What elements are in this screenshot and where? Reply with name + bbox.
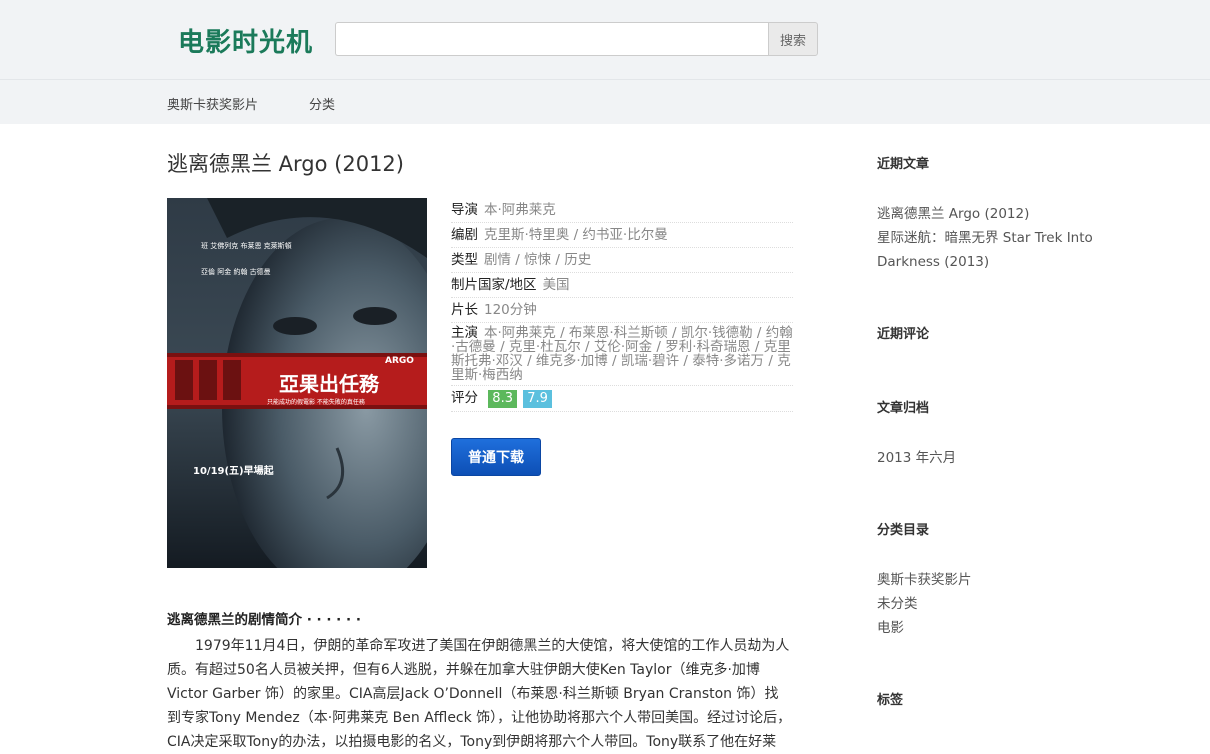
poster-tagline: 只能成功的假電影 不能失敗的真任務 — [267, 398, 365, 406]
poster-brand: ARGO — [385, 356, 414, 366]
search-button[interactable]: 搜索 — [768, 22, 818, 56]
writer-value: 克里斯·特里奥 / 约书亚·比尔曼 — [484, 227, 668, 243]
category-link[interactable]: 奥斯卡获奖影片 — [877, 568, 1117, 592]
info-row-director: 导演 本·阿弗莱克 — [451, 198, 793, 223]
rating-badge-2: 7.9 — [523, 390, 552, 408]
info-row-genre: 类型 剧情 / 惊悚 / 历史 — [451, 248, 793, 273]
poster-credits-2: 亞倫 阿金 約翰 古德曼 — [201, 267, 271, 276]
genre-value: 剧情 / 惊悚 / 历史 — [484, 252, 592, 268]
recent-post-link[interactable]: 逃离德黑兰 Argo (2012) — [877, 202, 1117, 226]
site-header: 电影时光机 搜索 — [0, 0, 1210, 80]
info-row-cast: 主演 本·阿弗莱克 / 布莱恩·科兰斯顿 / 凯尔·钱德勒 / 约翰·古德曼 / … — [451, 323, 793, 386]
poster-image: 班 艾佛列克 布莱恩 克萊斯頓 亞倫 阿金 約翰 古德曼 ARGO 亞果出任務 … — [167, 198, 427, 568]
synopsis-text: 1979年11月4日，伊朗的革命军攻进了美国在伊朗德黑兰的大使馆，将大使馆的工作… — [167, 638, 792, 750]
movie-card: 班 艾佛列克 布莱恩 克萊斯頓 亞倫 阿金 約翰 古德曼 ARGO 亞果出任務 … — [167, 198, 793, 570]
recent-post-link[interactable]: 星际迷航：暗黑无界 Star Trek Into Darkness (2013) — [877, 226, 1117, 274]
widget-title: 分类目录 — [877, 523, 930, 538]
category-link[interactable]: 电影 — [877, 616, 1117, 640]
info-row-rating: 评分 8.3 7.9 — [451, 386, 793, 412]
page-title: 逃离德黑兰 Argo (2012) — [167, 152, 404, 176]
widget-title: 文章归档 — [877, 401, 930, 416]
director-value: 本·阿弗莱克 — [484, 202, 556, 218]
widget-title: 近期评论 — [877, 327, 930, 342]
nav-item-oscar[interactable]: 奥斯卡获奖影片 — [167, 94, 258, 113]
poster-credits-1: 班 艾佛列克 布莱恩 克萊斯頓 — [201, 241, 292, 250]
widget-categories: 分类目录 奥斯卡获奖影片 未分类 电影 — [877, 519, 1117, 640]
poster-cn-title: 亞果出任務 — [279, 372, 380, 396]
country-value: 美国 — [542, 277, 570, 293]
info-row-country: 制片国家/地区 美国 — [451, 273, 793, 298]
movie-info: 导演 本·阿弗莱克 编剧 克里斯·特里奥 / 约书亚·比尔曼 类型 剧情 / 惊悚 /… — [451, 198, 793, 476]
widget-archives: 文章归档 2013 年六月 — [877, 397, 1117, 470]
runtime-value: 120分钟 — [484, 302, 537, 318]
movie-poster: 班 艾佛列克 布莱恩 克萊斯頓 亞倫 阿金 約翰 古德曼 ARGO 亞果出任務 … — [167, 198, 427, 568]
rating-badge-1: 8.3 — [488, 390, 517, 408]
search-input[interactable] — [335, 22, 769, 56]
info-row-runtime: 片长 120分钟 — [451, 298, 793, 323]
widget-title: 标签 — [877, 693, 904, 708]
cast-value: 本·阿弗莱克 / 布莱恩·科兰斯顿 / 凯尔·钱德勒 / 约翰·古德曼 / 克里… — [451, 325, 793, 383]
synopsis-title: 逃离德黑兰的剧情简介 · · · · · · — [167, 612, 361, 628]
widget-recent-comments: 近期评论 — [877, 323, 1117, 342]
synopsis: 逃离德黑兰的剧情简介 · · · · · · 1979年11月4日，伊朗的革命军… — [167, 608, 792, 754]
download-button[interactable]: 普通下载 — [451, 438, 541, 476]
widget-tags: 标签 — [877, 689, 1117, 708]
info-row-writer: 编剧 克里斯·特里奥 / 约书亚·比尔曼 — [451, 223, 793, 248]
widget-recent-posts: 近期文章 逃离德黑兰 Argo (2012) 星际迷航：暗黑无界 Star Tr… — [877, 153, 1117, 274]
main-content: 逃离德黑兰 Argo (2012) 班 艾佛列克 布莱恩 克萊斯頓 亞倫 阿金 … — [167, 124, 793, 754]
nav-item-categories[interactable]: 分类 — [309, 94, 335, 113]
archive-link[interactable]: 2013 年六月 — [877, 446, 1117, 470]
widget-title: 近期文章 — [877, 157, 930, 172]
category-link[interactable]: 未分类 — [877, 592, 1117, 616]
poster-release: 10/19(五)早場起 — [193, 464, 275, 477]
main-nav: 奥斯卡获奖影片 分类 — [0, 80, 1210, 124]
site-logo[interactable]: 电影时光机 — [178, 22, 313, 59]
